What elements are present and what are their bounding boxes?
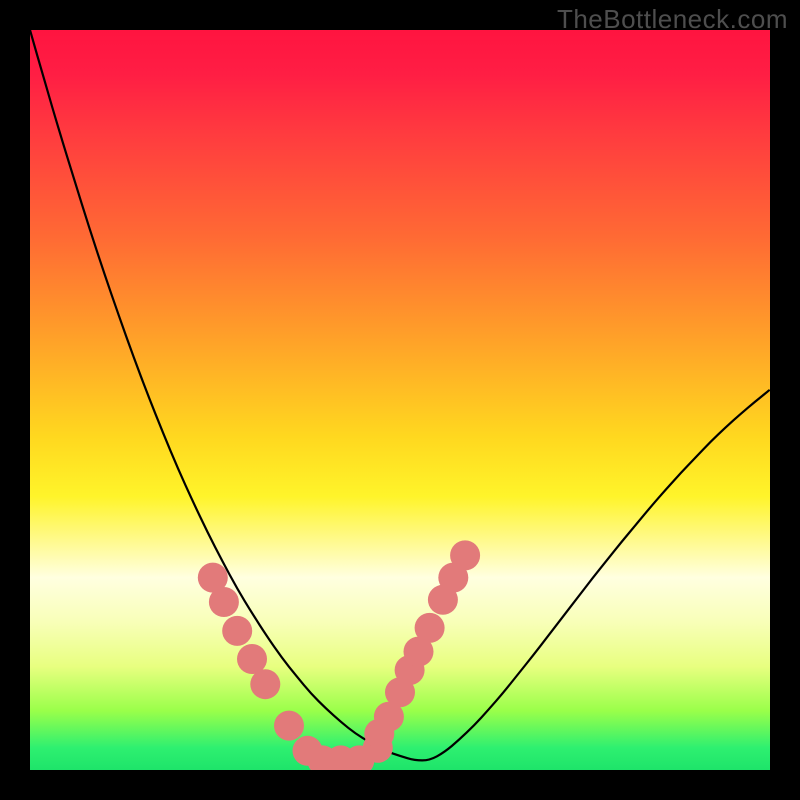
curve-marker [209,587,239,617]
marker-group [198,540,480,770]
curve-marker [274,711,304,741]
chart-frame: TheBottleneck.com [0,0,800,800]
curve-marker [450,540,480,570]
bottleneck-curve [30,30,770,760]
watermark-text: TheBottleneck.com [557,4,788,35]
chart-overlay [30,30,770,770]
curve-marker [222,616,252,646]
plot-area [30,30,770,770]
curve-marker [250,669,280,699]
curve-marker [415,613,445,643]
